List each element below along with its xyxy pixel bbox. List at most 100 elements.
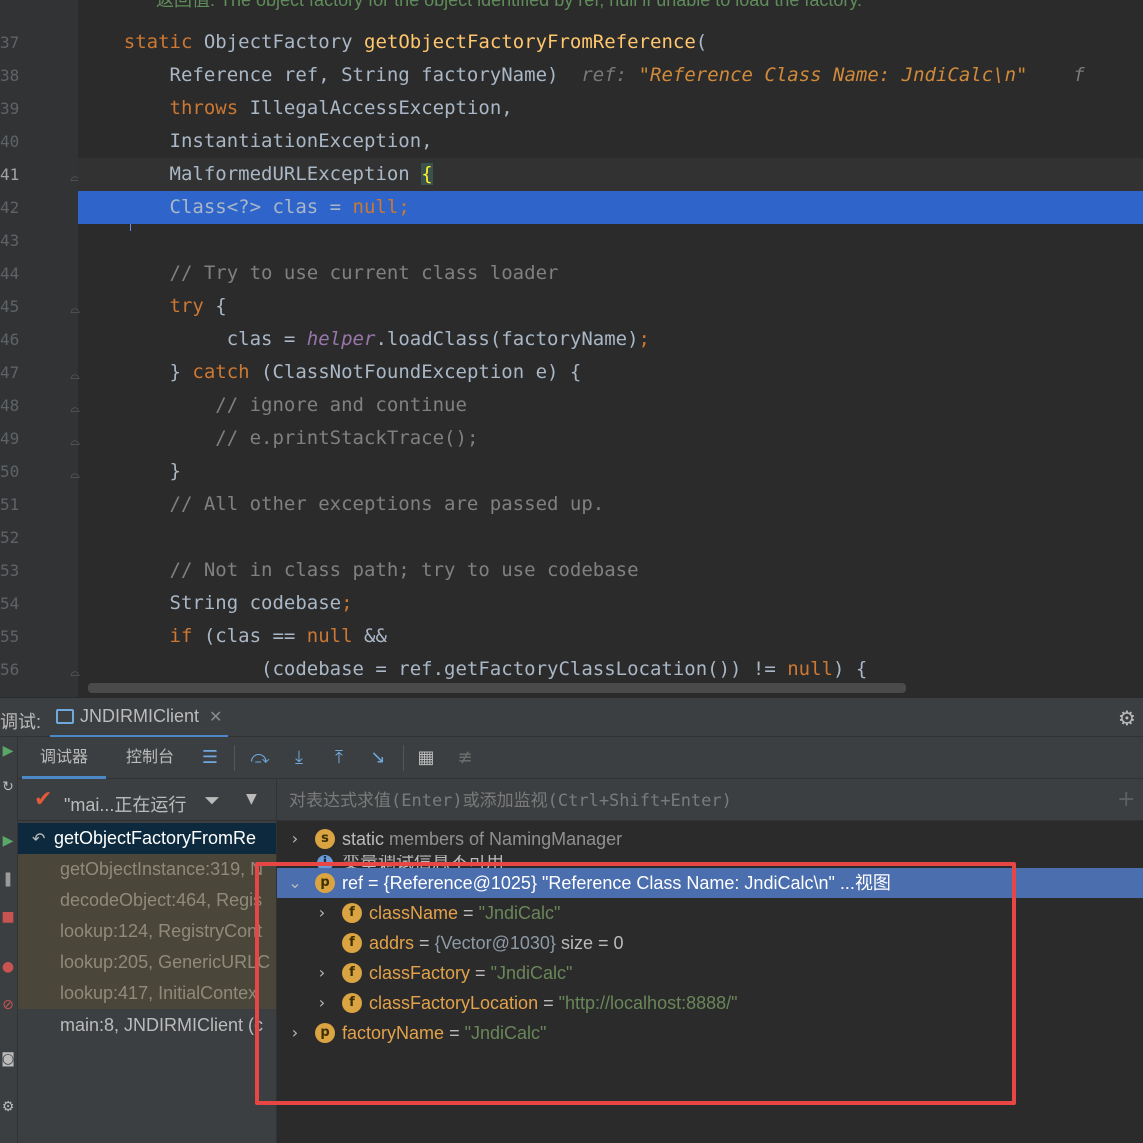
variable-row-addrs[interactable]: f addrs = {Vector@1030} size = 0 [277, 928, 1143, 958]
code-line-38[interactable]: Reference ref, String factoryName) ref: … [78, 59, 1143, 92]
evaluate-expression-icon[interactable]: ▦ [415, 747, 437, 769]
code-line-49[interactable]: // e.printStackTrace(); [78, 422, 1143, 455]
code-token: ; [341, 592, 353, 614]
resume-icon[interactable]: ▶ [0, 833, 16, 851]
mute-breakpoints-icon[interactable]: ⊘ [0, 997, 16, 1015]
frames-pane: ✔ "mai...正在运行 ⏷ ▼ ↶ getObjectFactoryFromR… [18, 779, 277, 1143]
modify-run-icon[interactable]: ↻ [0, 779, 16, 797]
stack-frame-label: lookup:124, RegistryCont [60, 921, 263, 941]
pause-icon[interactable]: ❚ [0, 871, 16, 889]
code-line-54[interactable]: String codebase; [78, 587, 1143, 620]
line-number: 48 [0, 396, 20, 415]
add-watch-icon[interactable]: + [1117, 787, 1135, 812]
camera-icon[interactable]: ◙ [0, 1051, 16, 1069]
variable-row-classname[interactable]: › f className = "JndiCalc" [277, 898, 1143, 928]
chevron-right-icon[interactable]: › [287, 1018, 303, 1048]
rerun-icon[interactable]: ▶ [0, 743, 16, 761]
step-over-icon[interactable]: ⤼ [249, 747, 271, 769]
line-number: 54 [0, 594, 20, 613]
filter-icon[interactable]: ⏷ [204, 788, 220, 812]
line-number: 42 [0, 198, 20, 217]
chevron-right-icon[interactable]: › [314, 988, 330, 1018]
code-line-51[interactable]: // All other exceptions are passed up. [78, 488, 1143, 521]
code-token: ; [638, 328, 650, 350]
run-config-icon [56, 709, 74, 724]
code-token: throws [169, 97, 239, 119]
chevron-right-icon[interactable]: › [314, 898, 330, 928]
stack-frame[interactable]: decodeObject:464, Regis [18, 885, 276, 916]
stack-frame[interactable]: main:8, JNDIRMIClient (c [18, 1010, 276, 1041]
code-line-44[interactable]: // Try to use current class loader [78, 257, 1143, 290]
static-keyword: static [342, 829, 385, 849]
code-line-37[interactable]: static ObjectFactory getObjectFactoryFro… [78, 26, 1143, 59]
code-token: (codebase = ref.getFactoryClassLocation(… [261, 658, 788, 680]
tab-console[interactable]: 控制台 [112, 737, 188, 779]
run-to-cursor-icon[interactable]: ↘ [367, 747, 389, 769]
close-icon[interactable]: ✕ [209, 707, 222, 727]
thread-selector[interactable]: ✔ "mai...正在运行 ⏷ ▼ [18, 779, 276, 821]
equals-sign: = [475, 963, 486, 983]
chevron-down-icon[interactable]: ⌄ [287, 868, 303, 898]
horizontal-scrollbar[interactable] [88, 683, 906, 693]
stack-frame-label: getObjectFactoryFromRe [54, 828, 257, 848]
code-editor[interactable]: 返回值: The object factory for the object i… [0, 0, 1143, 697]
line-number: 41 [0, 165, 20, 184]
code-line-47[interactable]: } catch (ClassNotFoundException e) { [78, 356, 1143, 389]
gear-icon[interactable]: ⚙ [1118, 706, 1136, 730]
variable-row-factoryname[interactable]: › p factoryName = "JndiCalc" [277, 1018, 1143, 1048]
evaluate-expression-input[interactable] [289, 789, 1109, 813]
step-out-icon[interactable]: ⤒ [328, 747, 350, 769]
stack-frame[interactable]: lookup:205, GenericURLC [18, 947, 276, 978]
session-tab-jndirmiclient[interactable]: JNDIRMIClient ✕ [50, 698, 229, 738]
settings-icon[interactable]: ⚙ [0, 1099, 16, 1117]
trace-icon[interactable]: ≢ [454, 747, 476, 769]
stack-frame[interactable]: ↶ getObjectFactoryFromRe [18, 823, 276, 854]
chevron-right-icon[interactable]: › [314, 958, 330, 988]
code-line-41[interactable]: MalformedURLException { [78, 158, 1143, 191]
chevron-down-icon[interactable]: ▼ [246, 791, 257, 807]
static-members-text: members of NamingManager [389, 829, 623, 849]
chevron-right-icon[interactable]: › [287, 824, 303, 854]
code-token: helper [306, 328, 376, 350]
tab-debugger[interactable]: 调试器 [22, 737, 106, 779]
variable-name: classFactoryLocation [369, 993, 539, 1013]
variable-row-ref[interactable]: ⌄ p ref = {Reference@1025} "Reference Cl… [277, 868, 1143, 898]
stack-frame[interactable]: lookup:417, InitialContex [18, 978, 276, 1009]
variable-name: ref [342, 873, 364, 893]
variable-row-static[interactable]: › s static members of NamingManager [277, 824, 1143, 854]
code-line-50[interactable]: } [78, 455, 1143, 488]
step-into-icon[interactable]: ⤓ [288, 747, 310, 769]
stop-icon[interactable]: ■ [0, 909, 16, 927]
stack-frame[interactable]: getObjectInstance:319, N [18, 854, 276, 885]
layout-menu-icon[interactable]: ☰ [199, 747, 221, 769]
code-line-55[interactable]: if (clas == null && [78, 620, 1143, 653]
code-token: .loadClass(factoryName) [375, 328, 639, 350]
info-icon: i [317, 855, 333, 869]
code-token: if [169, 625, 193, 647]
code-line-56[interactable]: (codebase = ref.getFactoryClassLocation(… [78, 653, 1143, 686]
debug-header: 调试: JNDIRMIClient ✕ ⚙ [0, 697, 1143, 738]
variable-value: {Reference@1025} [383, 873, 537, 893]
view-link[interactable]: ...视图 [840, 873, 891, 893]
code-token: Class<?> clas = [169, 196, 353, 218]
code-token: } [169, 361, 193, 383]
code-line-42-execution-point[interactable]: Class<?> clas = null; [78, 191, 1143, 224]
code-line-48[interactable]: // ignore and continue [78, 389, 1143, 422]
toolbar-separator [403, 745, 404, 771]
check-icon: ✔ [34, 787, 53, 812]
code-token: && [352, 625, 387, 647]
code-token: (ClassNotFoundException e) { [249, 361, 582, 383]
line-number: 44 [0, 264, 20, 283]
code-line-46[interactable]: clas = helper.loadClass(factoryName); [78, 323, 1143, 356]
code-line-45[interactable]: try { [78, 290, 1143, 323]
line-number: 40 [0, 132, 20, 151]
variable-row-classfactorylocation[interactable]: › f classFactoryLocation = "http://local… [277, 988, 1143, 1018]
stack-frame[interactable]: lookup:124, RegistryCont [18, 916, 276, 947]
code-token: ; [398, 196, 410, 218]
code-comment: // Try to use current class loader [169, 262, 559, 284]
view-breakpoints-icon[interactable]: ● [0, 959, 16, 977]
variable-row-classfactory[interactable]: › f classFactory = "JndiCalc" [277, 958, 1143, 988]
code-line-40[interactable]: InstantiationException, [78, 125, 1143, 158]
code-line-53[interactable]: // Not in class path; try to use codebas… [78, 554, 1143, 587]
code-line-39[interactable]: throws IllegalAccessException, [78, 92, 1143, 125]
